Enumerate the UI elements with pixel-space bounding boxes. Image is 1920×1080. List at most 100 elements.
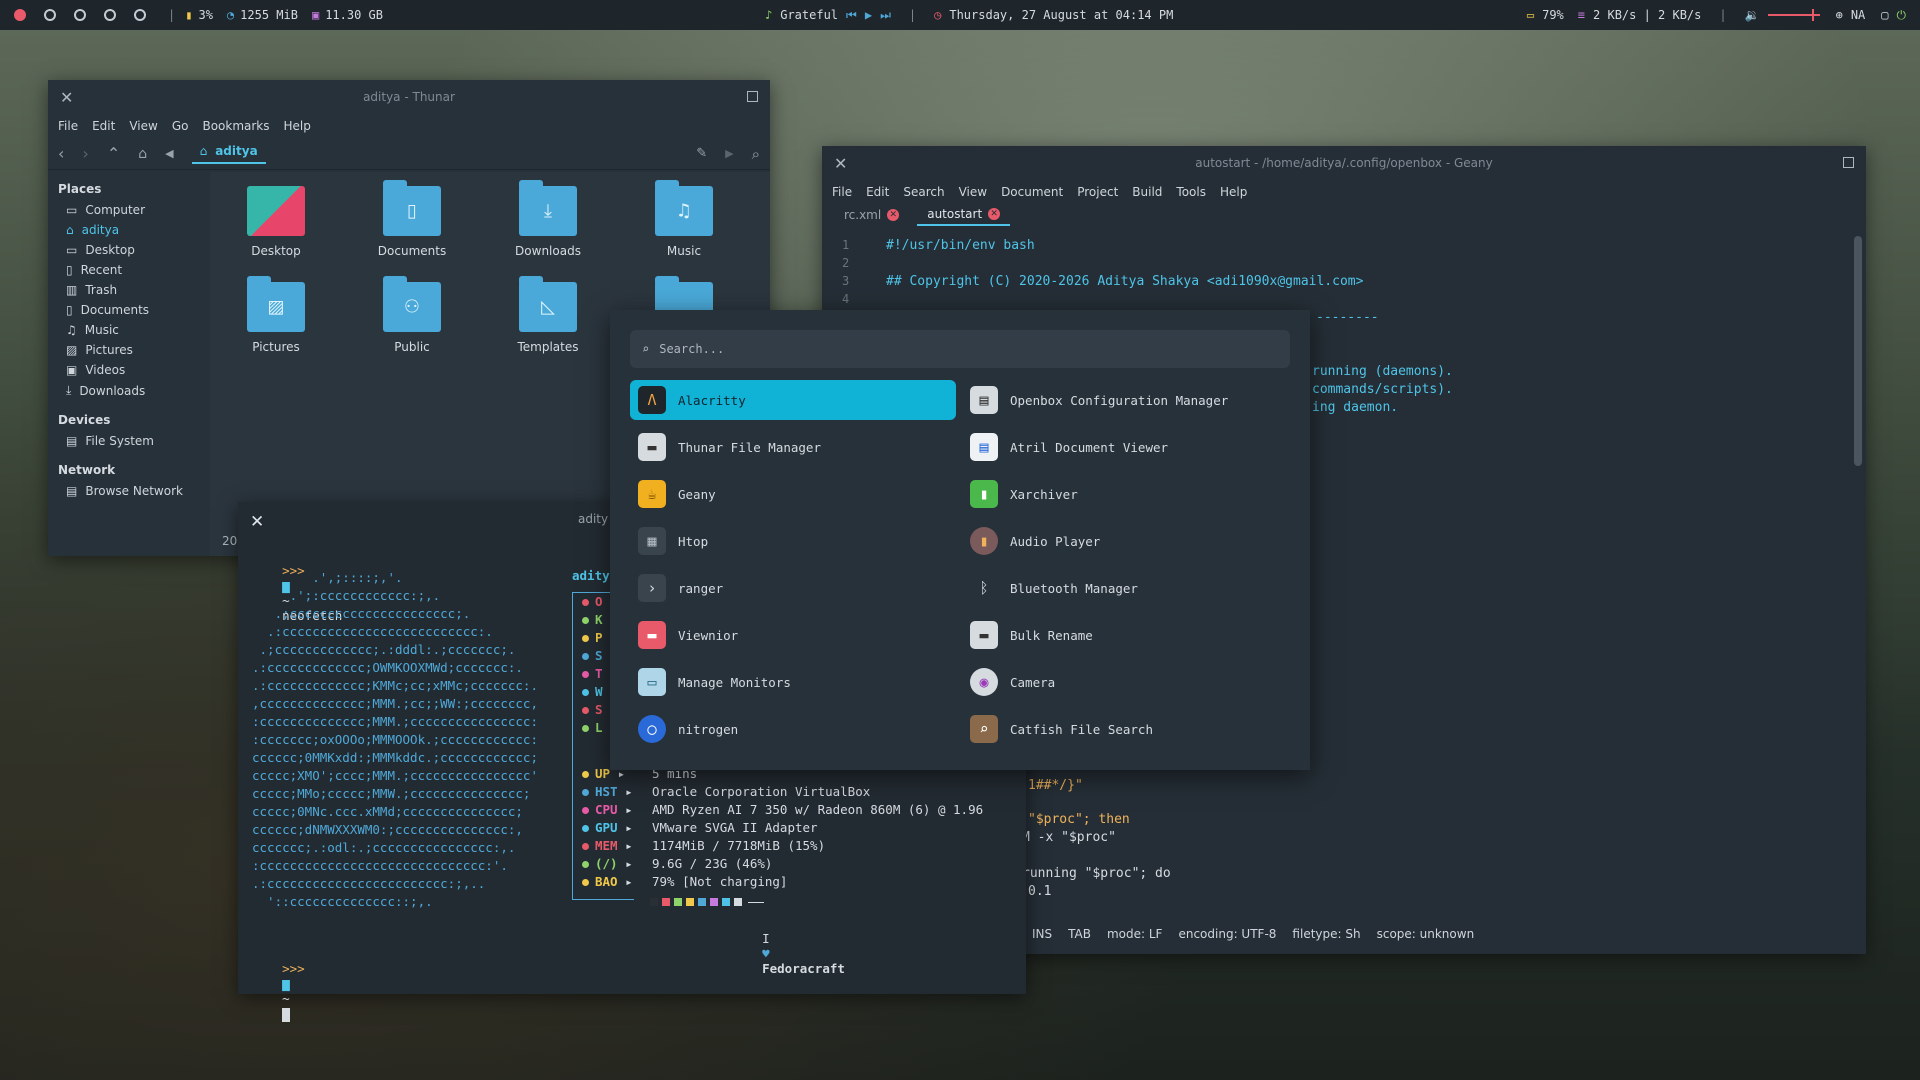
app-nitrogen[interactable]: ◯ nitrogen (630, 709, 956, 749)
play-icon[interactable]: ▶ (865, 8, 872, 22)
menu-go[interactable]: Go (172, 119, 189, 133)
menu-search[interactable]: Search (903, 185, 944, 199)
app-thunar[interactable]: ▬ Thunar File Manager (630, 427, 956, 467)
close-icon[interactable]: ✕ (250, 512, 264, 532)
app-ranger[interactable]: › ranger (630, 568, 956, 608)
volume-icon[interactable]: 🔉 (1745, 8, 1760, 22)
sidebar-item-trash[interactable]: ▥ Trash (48, 280, 210, 300)
sidebar-item-home[interactable]: ⌂ aditya (48, 220, 210, 240)
file-item-templates[interactable]: ◺ Templates (498, 276, 598, 354)
home-icon[interactable]: ⌂ (138, 146, 147, 162)
line-number: 2 (842, 256, 850, 270)
vertical-scrollbar[interactable] (1854, 236, 1862, 466)
app-geany[interactable]: ☕ Geany (630, 474, 956, 514)
file-item-desktop[interactable]: Desktop (226, 186, 326, 258)
workspace-4[interactable] (104, 9, 116, 21)
forward-icon[interactable]: › (82, 144, 88, 163)
maximize-icon[interactable] (1843, 157, 1854, 168)
volume-slider[interactable] (1767, 9, 1820, 21)
workspace-1[interactable] (14, 9, 26, 21)
cursor[interactable] (282, 1007, 291, 1022)
info-label: HST ▸ (582, 784, 633, 799)
close-tab-icon[interactable]: ✕ (887, 209, 900, 221)
file-item-documents[interactable]: ▯ Documents (362, 180, 462, 258)
app-bluetooth-manager[interactable]: ᛒ Bluetooth Manager (962, 568, 1288, 608)
sidebar-item-documents[interactable]: ▯ Documents (48, 300, 210, 320)
code-fragment: -------- (1316, 310, 1379, 325)
sidebar-item-computer[interactable]: ▭ Computer (48, 200, 210, 220)
up-icon[interactable]: ⌃ (107, 144, 120, 163)
app-catfish[interactable]: ⌕ Catfish File Search (962, 709, 1288, 749)
ascii-line: ,cccccccccccccc;MMM.;cc;;WW:;cccccccc, (252, 696, 538, 711)
menu-view[interactable]: View (129, 119, 157, 133)
power-icon[interactable]: ⏻ (1897, 8, 1907, 23)
menu-tools[interactable]: Tools (1176, 185, 1206, 199)
app-htop[interactable]: ▦ Htop (630, 521, 956, 561)
volume-knob[interactable] (1811, 9, 1814, 21)
folder-icon: ▯ (383, 180, 441, 236)
display-icon[interactable]: ▢ (1881, 8, 1888, 22)
app-alacritty[interactable]: Λ Alacritty (630, 380, 956, 420)
maximize-icon[interactable] (747, 91, 758, 102)
sidebar-item-music[interactable]: ♫ Music (48, 320, 210, 340)
menu-project[interactable]: Project (1077, 185, 1118, 199)
close-tab-icon[interactable]: ✕ (988, 208, 1001, 220)
workspace-2[interactable] (44, 9, 56, 21)
app-openbox-config[interactable]: ▤ Openbox Configuration Manager (962, 380, 1288, 420)
location-button[interactable]: ⌂ aditya (191, 144, 266, 164)
menu-edit[interactable]: Edit (92, 119, 115, 133)
app-camera[interactable]: ◉ Camera (962, 662, 1288, 702)
workspace-5[interactable] (134, 9, 146, 21)
ascii-line: .:cccccccccccccccccccccccc:;,.. (252, 876, 486, 891)
close-icon[interactable]: ✕ (60, 88, 73, 107)
sidebar-item-desktop[interactable]: ▭ Desktop (48, 240, 210, 260)
menu-build[interactable]: Build (1132, 185, 1162, 199)
code-fragment: "$proc"; then (1028, 812, 1130, 827)
sidebar-item-pictures[interactable]: ▨ Pictures (48, 340, 210, 360)
app-viewnior[interactable]: ▬ Viewnior (630, 615, 956, 655)
edit-path-icon[interactable]: ✎ (696, 146, 707, 161)
app-xarchiver[interactable]: ▮ Xarchiver (962, 474, 1288, 514)
path-right-icon[interactable]: ▶ (725, 147, 733, 160)
palette-swatch (734, 898, 742, 906)
menu-edit[interactable]: Edit (866, 185, 889, 199)
info-label: GPU ▸ (582, 820, 633, 835)
menu-file[interactable]: File (58, 119, 78, 133)
app-atril[interactable]: ▤ Atril Document Viewer (962, 427, 1288, 467)
menu-file[interactable]: File (832, 185, 852, 199)
app-manage-monitors[interactable]: ▭ Manage Monitors (630, 662, 956, 702)
workspace-3[interactable] (74, 9, 86, 21)
menu-help[interactable]: Help (284, 119, 311, 133)
search-icon[interactable]: ⌕ (752, 145, 760, 163)
back-icon[interactable]: ‹ (58, 144, 64, 163)
next-track-icon[interactable]: ⏭ (880, 8, 891, 23)
app-audio-player[interactable]: ▮ Audio Player (962, 521, 1288, 561)
file-item-pictures[interactable]: ▨ Pictures (226, 276, 326, 354)
app-launcher: ⌕ Search... Λ Alacritty ▬ Thunar File Ma… (610, 310, 1310, 770)
file-item-music[interactable]: ♫ Music (634, 180, 734, 258)
sidebar-item-downloads[interactable]: ⤓ Downloads (48, 380, 210, 401)
menu-document[interactable]: Document (1001, 185, 1063, 199)
close-icon[interactable]: ✕ (834, 154, 847, 173)
tab-rc-xml[interactable]: rc.xml ✕ (834, 204, 909, 226)
app-bulk-rename[interactable]: ▬ Bulk Rename (962, 615, 1288, 655)
bullet-icon (582, 725, 589, 732)
sidebar-item-recent[interactable]: ▯ Recent (48, 260, 210, 280)
launcher-search-input[interactable]: ⌕ Search... (630, 330, 1290, 368)
sidebar-item-videos[interactable]: ▣ Videos (48, 360, 210, 380)
cpu-module: ▮ 3% (185, 8, 213, 22)
menu-view[interactable]: View (959, 185, 987, 199)
menu-help[interactable]: Help (1220, 185, 1247, 199)
desktop-folder-icon (247, 186, 305, 236)
tab-autostart[interactable]: autostart ✕ (917, 204, 1011, 226)
file-item-downloads[interactable]: ⤓ Downloads (498, 180, 598, 258)
prev-track-icon[interactable]: ⏮ (846, 8, 857, 23)
battery-level: 79% (1542, 8, 1564, 22)
sidebar-item-browse-network[interactable]: ▤ Browse Network (48, 481, 210, 501)
menu-bookmarks[interactable]: Bookmarks (202, 119, 269, 133)
path-left-icon[interactable]: ◀ (165, 147, 173, 160)
drive-icon: ▤ (66, 434, 78, 448)
camera-icon: ◉ (970, 668, 998, 696)
file-item-public[interactable]: ⚇ Public (362, 276, 462, 354)
sidebar-item-filesystem[interactable]: ▤ File System (48, 431, 210, 451)
